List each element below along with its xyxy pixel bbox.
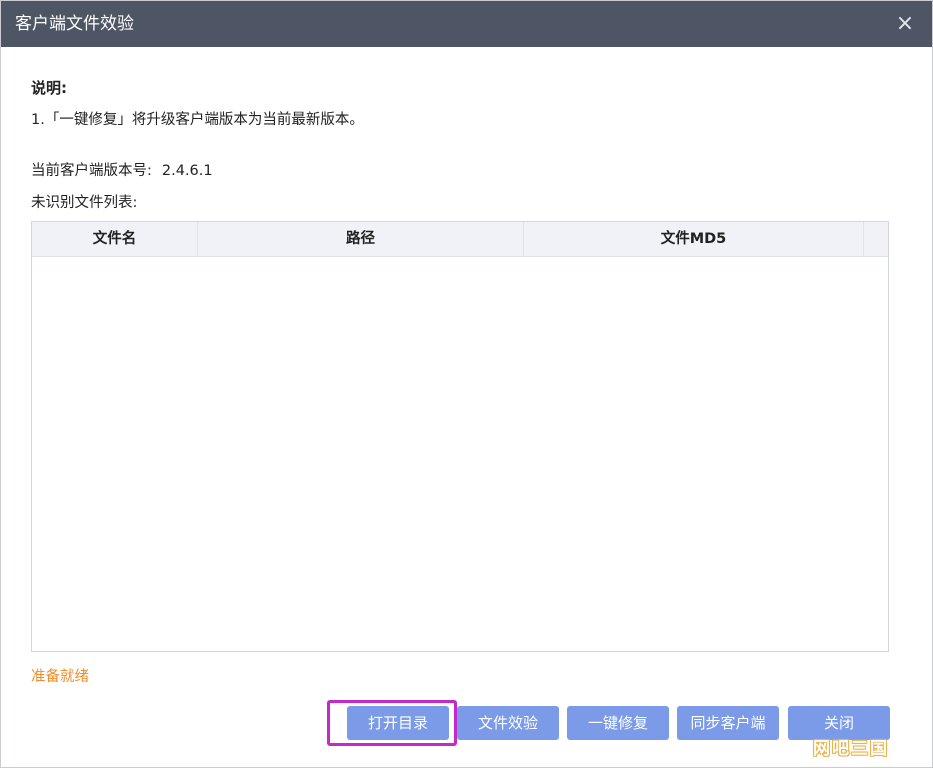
client-version-label: 当前客户端版本号: [31, 163, 152, 179]
close-icon[interactable]: × [892, 11, 918, 37]
dialog-title: 客户端文件效验 [15, 14, 134, 34]
sync-client-button[interactable]: 同步客户端 [677, 706, 779, 740]
column-header-filename[interactable]: 文件名 [32, 222, 198, 256]
description-heading: 说明: [31, 79, 67, 97]
client-version-value: 2.4.6.1 [161, 163, 213, 179]
column-header-spacer [864, 222, 888, 256]
file-check-button[interactable]: 文件效验 [457, 706, 559, 740]
description-line-1: 1.「一键修复」将升级客户端版本为当前最新版本。 [31, 112, 364, 128]
column-header-path[interactable]: 路径 [198, 222, 524, 256]
watermark-logo: 网吧三国 [813, 739, 889, 759]
unrecognized-files-table[interactable]: 文件名 路径 文件MD5 [31, 221, 889, 652]
column-header-md5[interactable]: 文件MD5 [524, 222, 864, 256]
status-text: 准备就绪 [31, 669, 89, 685]
open-directory-button[interactable]: 打开目录 [347, 706, 449, 740]
table-body [32, 257, 888, 651]
title-bar: 客户端文件效验 × [1, 1, 932, 47]
table-header: 文件名 路径 文件MD5 [32, 222, 888, 257]
one-click-repair-button[interactable]: 一键修复 [567, 706, 669, 740]
unrecognized-files-label: 未识别文件列表: [31, 195, 138, 211]
client-version-row: 当前客户端版本号: 2.4.6.1 [31, 159, 213, 180]
file-check-dialog: 客户端文件效验 × 说明: 1.「一键修复」将升级客户端版本为当前最新版本。 当… [0, 0, 933, 768]
